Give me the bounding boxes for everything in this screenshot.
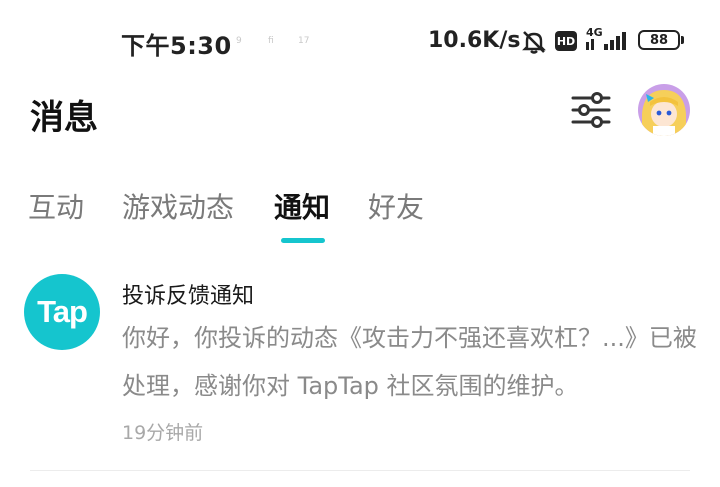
tab-game-updates[interactable]: 游戏动态 [122,186,234,226]
tab-interaction[interactable]: 互动 [28,186,84,226]
bell-off-icon [522,31,546,54]
notification-item[interactable]: Tap 投诉反馈通知 你好，你投诉的动态《攻击力不强还喜欢杠？...》已被处理，… [0,266,720,466]
status-bar: 下午5:30 9 fi 17 10.6K/s HD 4G 88 [0,0,720,80]
battery-icon: 88 [638,30,680,50]
battery-tip [681,36,684,44]
hd-badge: HD [555,31,577,51]
status-time: 下午5:30 [121,32,232,60]
taptap-logo: Tap [24,274,100,350]
notification-body: 你好，你投诉的动态《攻击力不强还喜欢杠？...》已被处理，感谢你对 TapTap… [122,324,697,400]
tab-notifications[interactable]: 通知 [274,186,330,226]
avatar[interactable] [638,84,690,136]
taptap-logo-text: Tap [37,294,88,329]
avatar-image [638,84,690,136]
status-mini-icon: 17 [298,36,310,46]
page-title: 消息 [30,98,98,138]
notification-title: 投诉反馈通知 [122,284,255,309]
notification-time: 19分钟前 [122,422,204,444]
sliders-icon [571,92,611,128]
tab-friends[interactable]: 好友 [368,186,424,226]
signal-icon [586,32,626,50]
battery-level: 88 [649,32,669,48]
active-tab-indicator [281,238,325,243]
network-speed: 10.6K/s [428,28,521,53]
status-mini-icon: 9 [236,36,242,46]
message-tabs: 互动 游戏动态 通知 好友 [0,180,720,250]
filter-button[interactable] [570,90,612,130]
status-mini-icon: fi [268,36,274,46]
divider [30,470,690,471]
